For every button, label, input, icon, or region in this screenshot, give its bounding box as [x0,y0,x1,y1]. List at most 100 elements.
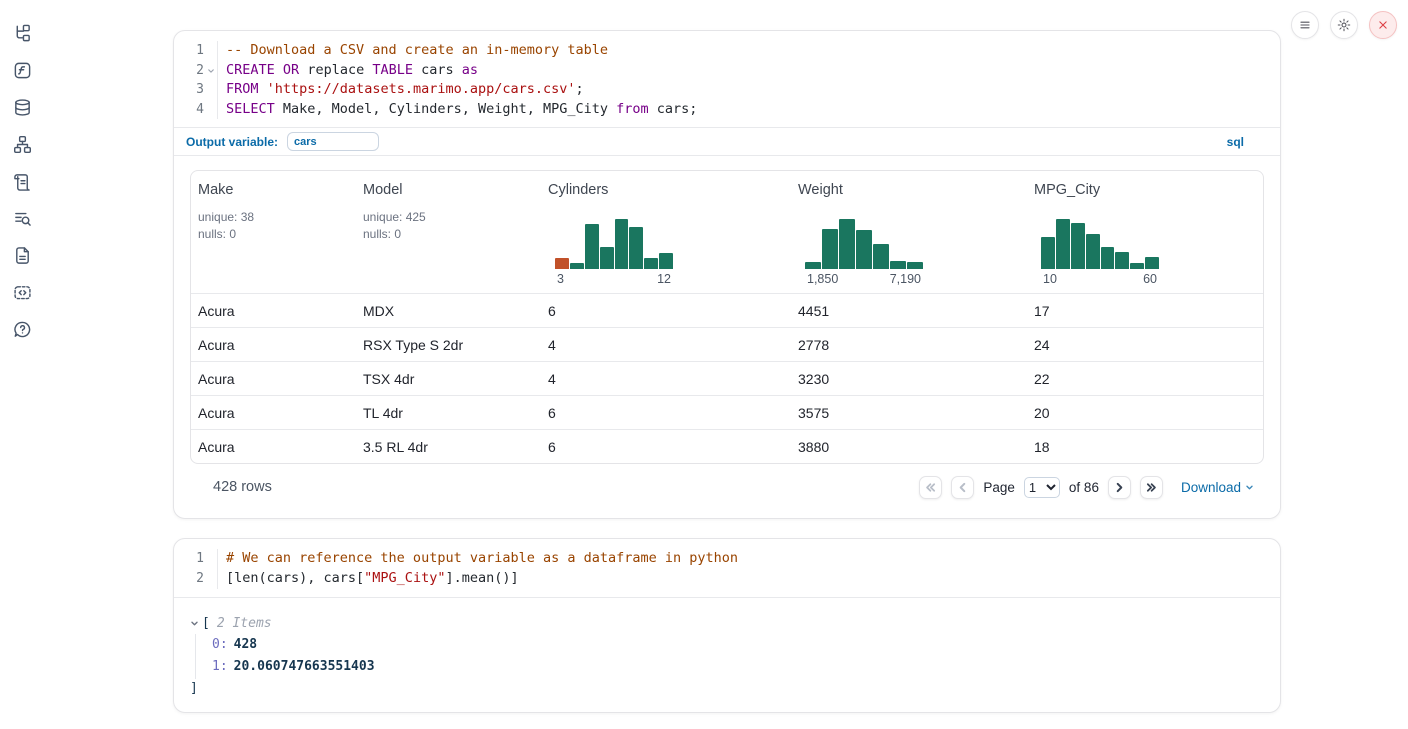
column-label: Weight [798,182,1021,198]
total-pages-label: of 86 [1069,480,1099,495]
line-number: 2 [186,569,204,589]
sidebar-scroll-button[interactable] [12,171,32,191]
code-line: 1# We can reference the output variable … [186,549,1268,569]
column-header-weight[interactable]: Weight 1,850 7,190 [791,171,1027,293]
output-variable-row: Output variable: sql [174,127,1280,156]
histogram-axis: 10 60 [1041,272,1159,286]
menu-button[interactable] [1291,11,1319,39]
histogram-bar [873,244,889,269]
axis-max-label: 60 [1143,272,1157,286]
line-number: 3 [186,80,204,100]
download-label: Download [1181,480,1241,495]
axis-min-label: 1,850 [807,272,838,286]
notebook: 1-- Download a CSV and create an in-memo… [173,30,1281,713]
line-number: 4 [186,100,204,120]
fold-chevron-icon[interactable] [204,61,217,81]
code-text: FROM 'https://datasets.marimo.app/cars.c… [217,80,1268,100]
last-page-button[interactable] [1140,476,1163,499]
scroll-icon [13,172,32,191]
histogram-weight: 1,850 7,190 [805,217,923,286]
table-cell: MDX [356,303,541,319]
tree-root[interactable]: [ 2 Items [190,616,1264,631]
fold-spacer [204,80,217,100]
chevrons-left-icon [924,481,937,494]
column-header-model[interactable]: Modelunique: 425nulls: 0 [356,171,541,293]
table-cell: Acura [191,405,356,421]
sidebar-help-button[interactable] [12,319,32,339]
download-button[interactable]: Download [1181,480,1254,495]
token-comment: # We can reference the output variable a… [226,550,738,566]
histogram-bar [907,262,923,269]
table-cell: Acura [191,303,356,319]
sql-code-editor[interactable]: 1-- Download a CSV and create an in-memo… [174,31,1280,127]
token-kw: from [616,101,649,117]
table-cell: 20 [1027,405,1263,421]
token-plain: replace [299,62,372,78]
histogram-bar [856,230,872,269]
token-kw: CREATE [226,62,275,78]
table-cell: 4 [541,371,791,387]
python-cell-output: [ 2 Items 0:4281:20.060747663551403 ] [174,598,1280,712]
fold-spacer [204,569,217,589]
table-cell: 6 [541,405,791,421]
table-cell: 3575 [791,405,1027,421]
sidebar-function-button[interactable] [12,60,32,80]
gear-icon [1337,18,1351,32]
table-cell: 6 [541,439,791,455]
first-page-button[interactable] [919,476,942,499]
fold-spacer [204,100,217,120]
histogram-bar [600,247,614,269]
shutdown-button[interactable] [1369,11,1397,39]
table-cell: 3230 [791,371,1027,387]
sidebar-list-search-button[interactable] [12,208,32,228]
tree-entries: 0:4281:20.060747663551403 [195,634,1264,679]
page-select[interactable]: 1 [1024,477,1060,498]
column-stats: unique: 38nulls: 0 [198,209,350,243]
token-kw: OR [283,62,299,78]
collapse-chevron-icon[interactable] [190,619,199,628]
sidebar-code-snippet-button[interactable] [12,282,32,302]
histogram-bar [585,224,599,269]
sidebar-dependency-graph-button[interactable] [12,134,32,154]
sidebar-file-tree-button[interactable] [12,23,32,43]
python-code-editor[interactable]: 1# We can reference the output variable … [174,539,1280,597]
histogram-bar [615,219,629,269]
table-row: AcuraTL 4dr6357520 [191,395,1263,429]
token-str: 'https://datasets.marimo.app/cars.csv' [267,81,576,97]
next-page-button[interactable] [1108,476,1131,499]
table-cell: RSX Type S 2dr [356,337,541,353]
column-header-make[interactable]: Makeunique: 38nulls: 0 [191,171,356,293]
chevron-down-icon [1245,483,1254,492]
table-cell: 22 [1027,371,1263,387]
chevron-left-icon [956,481,969,494]
axis-min-label: 10 [1043,272,1057,286]
stat-line: unique: 425 [363,209,535,226]
sidebar-document-button[interactable] [12,245,32,265]
language-badge[interactable]: sql [1227,135,1244,149]
settings-button[interactable] [1330,11,1358,39]
histogram-bars [1041,217,1159,269]
token-plain: [len(cars), cars[ [226,570,364,586]
table-header: Makeunique: 38nulls: 0 Model unique: 425 nu… [191,171,1263,293]
fold-spacer [204,41,217,61]
column-header-mpg_city[interactable]: MPG_City1060 [1027,171,1263,293]
tree-entry-value: 428 [234,637,257,652]
output-variable-input[interactable] [287,132,379,151]
items-count-label: 2 Items [217,616,272,631]
prev-page-button[interactable] [951,476,974,499]
code-snippet-icon [13,283,32,302]
code-line: 2[len(cars), cars["MPG_City"].mean()] [186,569,1268,589]
sql-cell-output: Makeunique: 38nulls: 0 Model unique: 425 nu… [174,156,1280,518]
histogram-axis: 1,850 7,190 [805,272,923,286]
pagination: Page 1 of 86 Download [919,476,1262,499]
sidebar-database-button[interactable] [12,97,32,117]
axis-max-label: 7,190 [890,272,921,286]
column-label: Model [363,182,535,198]
histogram-bar [890,261,906,269]
axis-min-label: 3 [557,272,564,286]
function-icon [13,61,32,80]
table-cell: 4451 [791,303,1027,319]
column-header-cylinders[interactable]: Cylinders312 [541,171,791,293]
sql-cell: 1-- Download a CSV and create an in-memo… [173,30,1281,519]
stat-line: nulls: 0 [198,226,350,243]
